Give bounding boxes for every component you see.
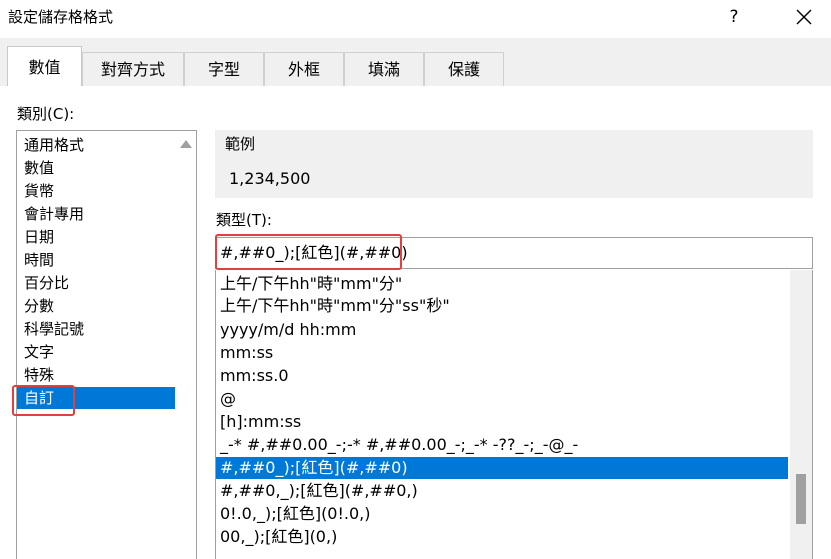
format-item[interactable]: mm:ss <box>216 342 788 364</box>
category-item[interactable]: 時間 <box>17 249 175 271</box>
type-highlight-box <box>215 234 402 270</box>
category-highlight-box <box>12 385 75 416</box>
close-icon <box>796 9 812 25</box>
tab-number[interactable]: 數值 <box>7 46 82 87</box>
category-label: 類別(C): <box>17 105 75 123</box>
format-list[interactable]: 上午/下午hh"時"mm"分" 上午/下午hh"時"mm"分"ss"秒" yyy… <box>215 270 813 559</box>
category-item[interactable]: 科學記號 <box>17 318 175 340</box>
close-button[interactable] <box>790 3 818 31</box>
tab-alignment[interactable]: 對齊方式 <box>82 52 184 86</box>
format-item[interactable]: [h]:mm:ss <box>216 411 788 433</box>
format-item[interactable]: _-* #,##0.00_-;-* #,##0.00_-;_-* -??_-;_… <box>216 434 788 456</box>
format-item[interactable]: 上午/下午hh"時"mm"分"ss"秒" <box>216 295 788 317</box>
tab-font[interactable]: 字型 <box>184 52 264 86</box>
category-item[interactable]: 會計專用 <box>17 203 175 225</box>
tab-fill[interactable]: 填滿 <box>344 52 424 86</box>
category-item[interactable]: 貨幣 <box>17 180 175 202</box>
sample-label: 範例 <box>225 135 256 153</box>
format-item[interactable]: 00,_);[紅色](0,) <box>216 526 788 548</box>
format-list-scrollbar[interactable] <box>790 270 812 559</box>
chevron-up-icon[interactable] <box>180 140 192 148</box>
format-item-selected[interactable]: #,##0_);[紅色](#,##0) <box>216 457 788 479</box>
type-label: 類型(T): <box>216 211 272 229</box>
format-item[interactable]: #,##0,_);[紅色](#,##0,) <box>216 480 788 502</box>
format-item[interactable]: @ <box>216 388 788 410</box>
format-item[interactable]: mm:ss.0 <box>216 365 788 387</box>
tab-border[interactable]: 外框 <box>264 52 344 86</box>
sample-value: 1,234,500 <box>229 169 311 188</box>
dialog-title: 設定儲存格格式 <box>8 8 114 26</box>
category-item[interactable]: 文字 <box>17 341 175 363</box>
help-button[interactable]: ? <box>722 5 746 29</box>
category-item[interactable]: 數值 <box>17 157 175 179</box>
tab-protection[interactable]: 保護 <box>424 52 504 86</box>
format-item[interactable]: 上午/下午hh"時"mm"分" <box>216 273 788 295</box>
category-item[interactable]: 日期 <box>17 226 175 248</box>
title-bar: 設定儲存格格式 ? <box>0 0 831 38</box>
category-item[interactable]: 百分比 <box>17 272 175 294</box>
category-list[interactable]: 通用格式 數值 貨幣 會計專用 日期 時間 百分比 分數 科學記號 文字 特殊 … <box>16 130 197 559</box>
category-item[interactable]: 分數 <box>17 295 175 317</box>
scrollbar-thumb[interactable] <box>796 474 806 524</box>
category-item[interactable]: 通用格式 <box>17 134 175 156</box>
format-item[interactable]: 0!.0,_);[紅色](0!.0,) <box>216 503 788 525</box>
category-item[interactable]: 特殊 <box>17 364 175 386</box>
format-item[interactable]: yyyy/m/d hh:mm <box>216 319 788 341</box>
